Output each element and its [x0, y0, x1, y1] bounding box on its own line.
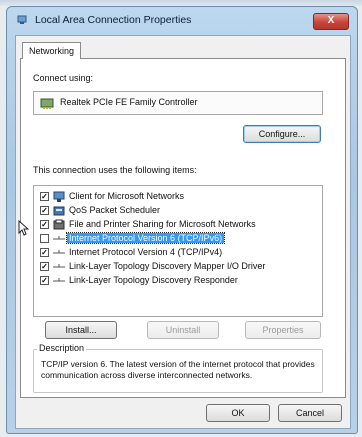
networking-panel: Connect using: Realtek PCIe FE Family Co…	[20, 58, 346, 398]
protocol-icon	[53, 278, 65, 282]
item-checkbox[interactable]: ✓	[40, 206, 49, 215]
network-connection-icon	[17, 15, 27, 24]
qos-scheduler-icon	[53, 206, 65, 216]
item-checkbox[interactable]	[40, 234, 49, 243]
item-label: Internet Protocol Version 6 (TCP/IPv6)	[65, 232, 226, 244]
protocol-icon	[53, 264, 65, 268]
list-item-file-sharing[interactable]: ✓ File and Printer Sharing for Microsoft…	[36, 218, 316, 232]
install-button[interactable]: Install...	[45, 321, 117, 339]
adapter-name: Realtek PCIe FE Family Controller	[60, 97, 198, 107]
configure-button[interactable]: Configure...	[243, 125, 321, 143]
close-button[interactable]: X	[313, 13, 349, 30]
dialog-body: Networking Connect using: Realtek PCIe F…	[15, 35, 351, 429]
item-checkbox[interactable]: ✓	[40, 262, 49, 271]
adapter-field: Realtek PCIe FE Family Controller	[33, 91, 323, 115]
list-item-lltd-mapper[interactable]: ✓ Link-Layer Topology Discovery Mapper I…	[36, 260, 316, 274]
list-item-ipv6[interactable]: Internet Protocol Version 6 (TCP/IPv6)	[36, 232, 316, 246]
network-adapter-icon	[40, 98, 54, 109]
properties-dialog: Local Area Connection Properties X Netwo…	[6, 6, 358, 434]
description-legend: Description	[37, 343, 87, 353]
window-title: Local Area Connection Properties	[35, 14, 192, 26]
item-checkbox[interactable]: ✓	[40, 276, 49, 285]
item-checkbox[interactable]: ✓	[40, 248, 49, 257]
list-item-lltd-responder[interactable]: ✓ Link-Layer Topology Discovery Responde…	[36, 274, 316, 288]
properties-button[interactable]: Properties	[245, 321, 321, 339]
item-checkbox[interactable]: ✓	[40, 220, 49, 229]
uninstall-button[interactable]: Uninstall	[147, 321, 219, 339]
item-label: Link-Layer Topology Discovery Responder	[69, 275, 238, 285]
network-client-icon	[53, 191, 65, 202]
title-bar[interactable]: Local Area Connection Properties X	[7, 7, 357, 33]
item-checkbox[interactable]: ✓	[40, 192, 49, 201]
list-item-client[interactable]: ✓ Client for Microsoft Networks	[36, 190, 316, 204]
connect-using-label: Connect using:	[33, 73, 94, 83]
protocol-icon	[53, 236, 65, 240]
cancel-button[interactable]: Cancel	[278, 404, 342, 422]
items-list[interactable]: ✓ Client for Microsoft Networks ✓ QoS Pa…	[33, 185, 323, 317]
item-label: QoS Packet Scheduler	[69, 205, 161, 215]
tab-networking[interactable]: Networking	[22, 42, 82, 59]
mouse-cursor-icon	[18, 220, 29, 236]
protocol-icon	[53, 250, 65, 254]
item-label: Link-Layer Topology Discovery Mapper I/O…	[69, 261, 266, 271]
description-text: TCP/IP version 6. The latest version of …	[41, 359, 315, 380]
list-item-qos[interactable]: ✓ QoS Packet Scheduler	[36, 204, 316, 218]
ok-button[interactable]: OK	[206, 404, 270, 422]
file-printer-sharing-icon	[53, 219, 65, 230]
items-label: This connection uses the following items…	[33, 165, 197, 175]
list-item-ipv4[interactable]: ✓ Internet Protocol Version 4 (TCP/IPv4)	[36, 246, 316, 260]
item-label: File and Printer Sharing for Microsoft N…	[69, 219, 256, 229]
item-label: Client for Microsoft Networks	[69, 191, 185, 201]
item-label: Internet Protocol Version 4 (TCP/IPv4)	[69, 247, 223, 257]
